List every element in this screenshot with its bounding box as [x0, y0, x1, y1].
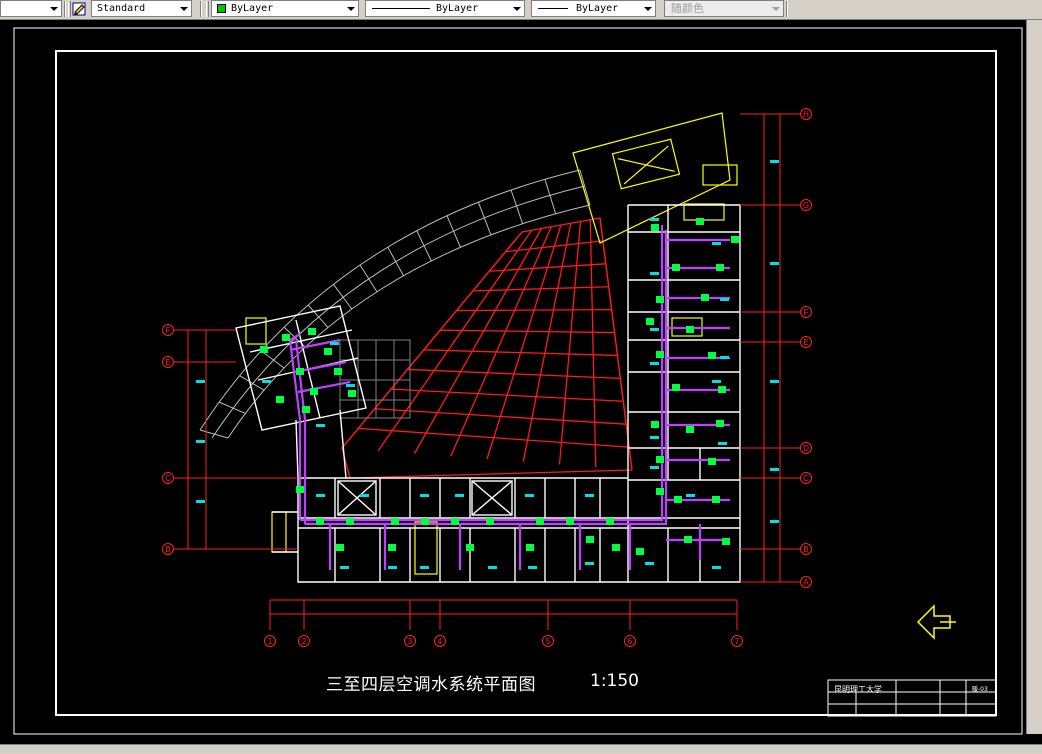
- svg-text:1: 1: [268, 637, 273, 646]
- svg-text:E: E: [165, 358, 170, 367]
- color-swatch: [217, 4, 226, 13]
- chevron-down-icon: [180, 7, 188, 11]
- text-style-combo[interactable]: Standard: [91, 0, 192, 17]
- title-block-school: 昆明理工大学: [834, 685, 882, 694]
- grid-bubble-b: B: [800, 543, 812, 555]
- model-space-viewport[interactable]: H G F E D C B A F E C B 1 2 3 4 5 6 7 三至四层空调水系统平面图 1:150 昆…: [0, 20, 1042, 744]
- chevron-down-icon: [347, 7, 355, 11]
- room-labels: [196, 160, 779, 569]
- chevron-down-icon: [513, 7, 521, 11]
- properties-toolbar: Standard ByLayer ByLayer ByLayer 随颜色: [0, 0, 1042, 20]
- text-style-icon[interactable]: [72, 1, 88, 17]
- svg-text:E: E: [803, 338, 808, 347]
- svg-text:A: A: [803, 578, 809, 587]
- north-arrow-icon: [916, 604, 956, 640]
- svg-text:F: F: [166, 326, 171, 335]
- lineweight-control-combo[interactable]: ByLayer: [531, 0, 656, 17]
- dimension-style-combo[interactable]: [0, 0, 62, 17]
- color-control-value: ByLayer: [231, 3, 274, 14]
- grid-bubble-g: G: [800, 199, 812, 211]
- color-control-combo[interactable]: ByLayer: [211, 0, 359, 17]
- toolbar-separator: [786, 1, 788, 17]
- toolbar-separator: [64, 1, 66, 17]
- text-style-value: Standard: [97, 3, 146, 14]
- grid-bubble-c: C: [800, 472, 812, 484]
- svg-text:F: F: [804, 308, 809, 317]
- drawing-title: 三至四层空调水系统平面图: [326, 675, 536, 695]
- grid-bubble-left-f: F: [162, 324, 174, 336]
- title-block-drawing-no: 暖-03: [972, 686, 988, 693]
- plot-style-combo: 随颜色: [664, 0, 784, 17]
- svg-text:7: 7: [735, 637, 740, 646]
- chevron-down-icon: [50, 7, 58, 11]
- chevron-down-icon: [644, 7, 652, 11]
- svg-text:B: B: [803, 545, 808, 554]
- grid-bubbles: H G F E D C B A F E C B 1 2 3 4 5 6 7: [162, 108, 812, 647]
- grid-bubble-4: 4: [434, 635, 446, 647]
- linetype-sample: [372, 8, 430, 9]
- linetype-control-value: ByLayer: [436, 3, 479, 14]
- svg-text:2: 2: [302, 637, 307, 646]
- toolbar-grip[interactable]: [206, 1, 209, 17]
- chevron-down-icon: [772, 7, 780, 11]
- svg-text:G: G: [803, 201, 809, 210]
- svg-text:B: B: [165, 545, 170, 554]
- grid-bubble-2: 2: [298, 635, 310, 647]
- svg-text:D: D: [803, 444, 809, 453]
- toolbar-grip[interactable]: [68, 1, 71, 17]
- toolbar-separator: [200, 1, 202, 17]
- curved-canopy: [199, 169, 591, 439]
- grid-bubble-left-c: C: [162, 472, 174, 484]
- svg-text:6: 6: [628, 637, 633, 646]
- grid-bubble-h: H: [800, 108, 812, 120]
- atrium-grid: [341, 217, 633, 479]
- linetype-control-combo[interactable]: ByLayer: [365, 0, 525, 17]
- floor-plan-drawing[interactable]: H G F E D C B A F E C B 1 2 3 4 5 6 7: [0, 20, 1042, 744]
- svg-text:3: 3: [408, 637, 413, 646]
- lineweight-sample: [538, 8, 568, 9]
- grid-bubble-e: E: [800, 336, 812, 348]
- vertical-scrollbar[interactable]: [1026, 20, 1042, 734]
- grid-bubble-f: F: [800, 306, 812, 318]
- svg-text:4: 4: [438, 637, 443, 646]
- plot-style-value: 随颜色: [671, 2, 704, 15]
- grid-bubble-left-e: E: [162, 356, 174, 368]
- grid-bubble-6: 6: [624, 635, 636, 647]
- grid-bubble-3: 3: [404, 635, 416, 647]
- model-layout-tabs-bar[interactable]: [0, 744, 1042, 754]
- grid-bubble-5: 5: [542, 635, 554, 647]
- grid-bubble-d: D: [800, 442, 812, 454]
- svg-text:H: H: [803, 110, 809, 119]
- drawing-scale: 1:150: [590, 671, 639, 691]
- grid-bubble-a: A: [800, 576, 812, 588]
- grid-bubble-7: 7: [731, 635, 743, 647]
- svg-text:C: C: [803, 474, 809, 483]
- sheet-outer-border: [13, 27, 1023, 735]
- grid-bubble-1: 1: [264, 635, 276, 647]
- svg-text:5: 5: [546, 637, 551, 646]
- grid-bubble-left-b: B: [162, 543, 174, 555]
- lineweight-control-value: ByLayer: [576, 3, 619, 14]
- svg-text:C: C: [165, 474, 171, 483]
